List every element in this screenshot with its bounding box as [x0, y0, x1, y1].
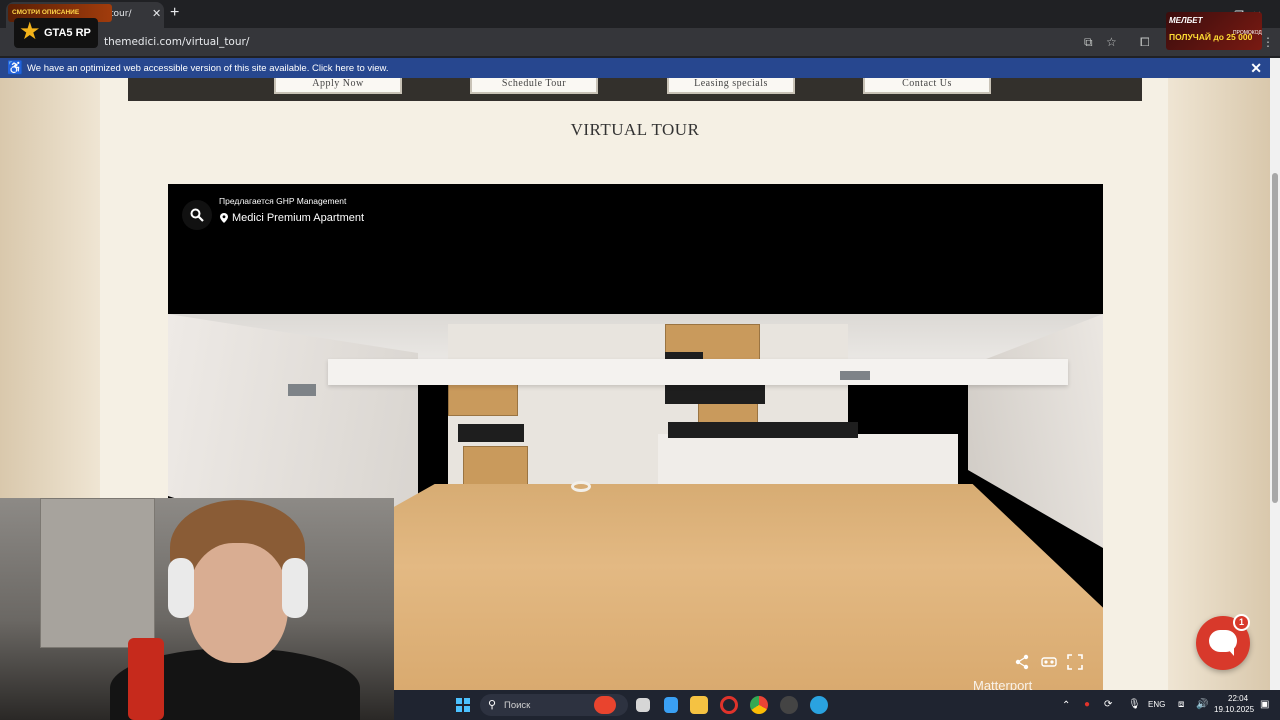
windows-taskbar: ⚲ Поиск ⌃ ● ⟳ 🎙 ENG ⧈ 🔊 22:04 19.10.2025… [394, 690, 1280, 720]
address-bar[interactable]: themedici.com/virtual_tour/ [104, 36, 249, 48]
share-icon[interactable] [1014, 654, 1030, 670]
tray-sync-icon[interactable]: ⟳ [1104, 699, 1112, 710]
tour-counter [458, 424, 524, 442]
tour-vent-right [840, 371, 870, 380]
opera-icon[interactable] [720, 696, 738, 714]
location-pin-icon [220, 213, 228, 223]
close-icon[interactable]: ✕ [1250, 60, 1262, 77]
accessibility-banner-text[interactable]: We have an optimized web accessible vers… [27, 63, 389, 74]
page-scrollbar[interactable] [1270, 58, 1280, 690]
taskbar-search-placeholder: Поиск [504, 700, 531, 711]
webcam-person-face [188, 543, 288, 663]
tour-move-marker[interactable] [571, 481, 591, 492]
network-icon[interactable]: ⧈ [1178, 699, 1184, 710]
star-icon: ★ [19, 18, 41, 45]
new-tab-button[interactable]: + [170, 4, 179, 22]
webcam-microphone [128, 638, 164, 720]
accessibility-icon: ♿ [7, 60, 24, 75]
search-highlight-icon[interactable] [594, 696, 616, 714]
language-indicator[interactable]: ENG [1148, 700, 1165, 709]
tray-overflow-icon[interactable]: ⌃ [1062, 700, 1070, 711]
tour-floor [288, 484, 1103, 690]
tour-search-button[interactable] [182, 200, 212, 230]
nav-apply-now[interactable]: Apply Now [274, 78, 402, 94]
telegram-icon[interactable] [810, 696, 828, 714]
headphone-icon [282, 558, 308, 618]
microphone-icon[interactable]: 🎙 [1128, 699, 1141, 710]
fullscreen-icon[interactable] [1067, 654, 1083, 670]
steam-icon[interactable] [780, 696, 798, 714]
gta-rp-logo-text: GTA5 RP [44, 27, 91, 39]
chat-notification-badge: 1 [1233, 614, 1250, 631]
tray-app-icon[interactable]: ● [1084, 699, 1090, 710]
page-title: VIRTUAL TOUR [570, 120, 700, 139]
search-icon [190, 208, 204, 222]
volume-icon[interactable]: 🔊 [1196, 699, 1208, 710]
chat-bubble-tail [1226, 647, 1234, 656]
gta-rp-logo: ★ GTA5 RP [14, 18, 98, 48]
ad-small-text: ПРОМОКОД [1233, 30, 1262, 36]
nav-contact-us[interactable]: Contact Us [863, 78, 991, 94]
search-icon: ⚲ [488, 699, 497, 711]
file-explorer-icon[interactable] [690, 696, 708, 714]
nav-leasing-specials[interactable]: Leasing specials [667, 78, 795, 94]
webcam-background-door [40, 498, 155, 648]
tour-base-cabinet [463, 446, 528, 486]
extensions-icon[interactable]: ⧠ [1140, 35, 1150, 50]
chrome-icon[interactable] [750, 696, 768, 714]
tab-close-icon[interactable]: ✕ [152, 7, 161, 20]
tour-island-top [668, 422, 858, 438]
taskbar-date[interactable]: 19.10.2025 [1214, 705, 1254, 714]
tour-range-hood [665, 384, 765, 404]
matterport-logo: Matterport [973, 678, 1033, 690]
translate-icon[interactable]: ⧉ [1084, 35, 1093, 50]
bookmark-star-icon[interactable]: ☆ [1106, 35, 1117, 49]
tour-kitchen-island [658, 434, 958, 492]
tour-ceiling-beam [328, 359, 1068, 385]
scrollbar-thumb[interactable] [1272, 173, 1278, 503]
tour-property-name[interactable]: Medici Premium Apartment [232, 212, 364, 224]
task-view-icon[interactable] [636, 698, 650, 712]
tour-presented-by: Предлагается GHP Management [219, 196, 347, 206]
windows-start-icon[interactable] [456, 698, 470, 712]
stream-promo-text: СМОТРИ ОПИСАНИЕ [12, 9, 80, 16]
accessibility-banner[interactable]: ♿ We have an optimized web accessible ve… [0, 58, 1270, 78]
tab-title: tour/ [110, 9, 132, 19]
site-navbar: Apply Now Schedule Tour Leasing specials… [128, 78, 1142, 101]
ad-brand: МЕЛБЕТ [1169, 16, 1203, 25]
nav-schedule-tour[interactable]: Schedule Tour [470, 78, 598, 94]
taskbar-time[interactable]: 22:04 [1228, 694, 1248, 703]
stream-ad-overlay: МЕЛБЕТ ПОЛУЧАЙ до 25 000 ПРОМОКОД [1166, 12, 1262, 50]
page-side-decor-right [1168, 78, 1270, 690]
streamer-webcam [0, 498, 394, 720]
browser-toolbar: themedici.com/virtual_tour/ ⧉ ☆ ⧠ ⋮ [0, 28, 1280, 56]
browser-menu-icon[interactable]: ⋮ [1262, 35, 1274, 49]
browser-tabstrip: tour/ ✕ + СМОТРИ ОПИСАНИЕ —❐✕ [0, 0, 1280, 28]
notepad-icon[interactable] [664, 697, 678, 713]
headphone-icon [168, 558, 194, 618]
vr-headset-icon[interactable] [1041, 654, 1057, 670]
tour-cabinet-left [448, 384, 518, 416]
notification-icon[interactable]: ▣ [1260, 699, 1269, 710]
tour-vent-left [288, 384, 316, 396]
